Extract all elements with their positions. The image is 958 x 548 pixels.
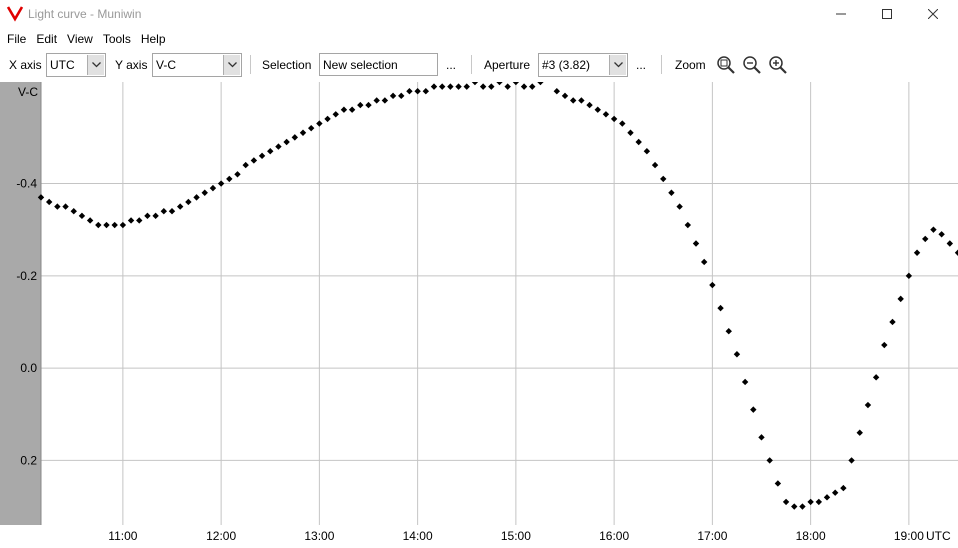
chevron-down-icon — [613, 62, 623, 68]
x-tick-label: 11:00 — [108, 529, 137, 543]
y-axis-select-value: V-C — [156, 58, 177, 72]
zoom-fit-icon[interactable] — [716, 55, 736, 75]
y-tick-label: -0.4 — [16, 177, 37, 191]
chevron-down-icon — [91, 62, 101, 68]
menu-bar: File Edit View Tools Help — [0, 29, 958, 49]
selection-more-button[interactable]: ... — [446, 58, 456, 72]
light-curve-chart[interactable]: 11:00 12:00 13:00 14:00 15:00 16:00 17:00 18:00… — [0, 82, 958, 548]
toolbar-separator — [661, 55, 662, 74]
aperture-dropdown-button[interactable] — [609, 55, 626, 75]
selection-field[interactable]: New selection — [319, 53, 438, 76]
aperture-select-value: #3 (3.82) — [542, 58, 591, 72]
x-tick-label: 14:00 — [403, 529, 433, 543]
menu-view[interactable]: View — [62, 32, 98, 46]
menu-edit[interactable]: Edit — [31, 32, 62, 46]
menu-file[interactable]: File — [2, 32, 31, 46]
x-axis-dropdown-button[interactable] — [87, 55, 104, 75]
maximize-icon — [882, 9, 892, 19]
x-tick-label: 12:00 — [206, 529, 236, 543]
selection-label: Selection — [262, 58, 312, 72]
zoom-out-icon[interactable] — [742, 55, 762, 75]
x-tick-label: 19:00 — [894, 529, 924, 543]
close-icon — [928, 9, 938, 19]
minimize-button[interactable] — [818, 0, 864, 28]
x-tick-label: 16:00 — [599, 529, 629, 543]
window-title: Light curve - Muniwin — [28, 7, 142, 21]
y-tick-label: -0.2 — [16, 269, 37, 283]
x-tick-label: 18:00 — [796, 529, 826, 543]
y-axis-dropdown-button[interactable] — [223, 55, 240, 75]
x-tick-label: 15:00 — [501, 529, 531, 543]
x-axis-select-value: UTC — [50, 58, 75, 72]
y-axis-panel — [0, 82, 41, 548]
aperture-label: Aperture — [484, 58, 531, 72]
y-tick-label: 0.0 — [20, 361, 37, 375]
x-axis-select[interactable]: UTC — [46, 53, 106, 77]
y-axis-label: Y axis — [115, 58, 148, 72]
x-tick-label: 13:00 — [304, 529, 334, 543]
zoom-label: Zoom — [675, 58, 706, 72]
close-button[interactable] — [910, 0, 956, 28]
y-axis-title: V-C — [18, 85, 38, 99]
zoom-in-icon[interactable] — [768, 55, 788, 75]
x-axis-title: UTC — [926, 529, 951, 543]
y-axis-select[interactable]: V-C — [152, 53, 242, 77]
selection-field-value: New selection — [323, 58, 398, 72]
toolbar-separator — [471, 55, 472, 74]
menu-tools[interactable]: Tools — [98, 32, 136, 46]
x-axis-label: X axis — [9, 58, 42, 72]
chart-svg[interactable]: 11:00 12:00 13:00 14:00 15:00 16:00 17:00 18:00… — [0, 82, 958, 548]
menu-help[interactable]: Help — [136, 32, 171, 46]
aperture-select[interactable]: #3 (3.82) — [538, 53, 628, 77]
toolbar-separator — [250, 55, 251, 74]
y-tick-label: 0.2 — [20, 453, 37, 467]
title-bar: Light curve - Muniwin — [0, 0, 958, 28]
aperture-more-button[interactable]: ... — [636, 58, 646, 72]
chevron-down-icon — [227, 62, 237, 68]
muniwin-logo-icon — [6, 6, 24, 22]
x-tick-label: 17:00 — [697, 529, 727, 543]
minimize-icon — [836, 13, 846, 15]
maximize-button[interactable] — [864, 0, 910, 28]
